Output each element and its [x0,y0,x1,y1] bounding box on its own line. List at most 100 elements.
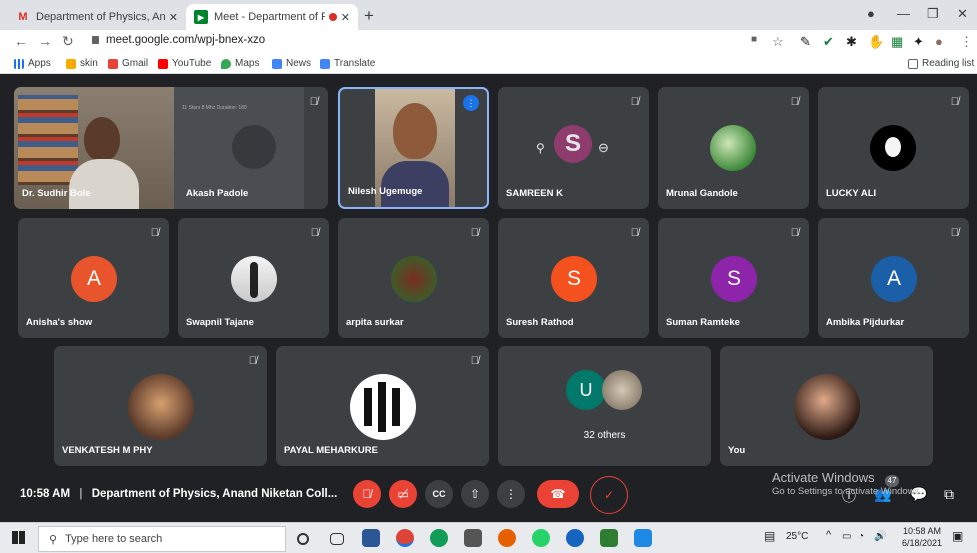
extensions-puzzle-icon[interactable]: ✦ [913,34,924,50]
participant-tile[interactable]: 🎙̸ Swapnil Tajane [178,218,329,338]
others-tile[interactable]: U 32 others [498,346,711,466]
more-options-button[interactable]: ⋮ [497,480,525,508]
extension-check-button[interactable]: ✓ [590,476,628,514]
word-icon[interactable] [634,529,652,547]
mic-off-button[interactable]: 🎙̸ [353,480,381,508]
overlay-text: 11 Stars 8 Mhz Duration: 180 [182,105,247,111]
participant-name: Mrunal Gandole [666,188,738,199]
edge-icon[interactable] [430,529,448,547]
avatar-initial: S [554,125,592,163]
translate-icon [320,58,330,69]
participant-tile[interactable]: 🎙̸ VENKATESH M PHY [54,346,267,466]
participant-avatar: S [554,125,592,163]
bookmark-maps[interactable]: Maps [221,58,259,69]
participant-tile[interactable]: 11 Stars 8 Mhz Duration: 180 Dr. Sudhir … [14,87,328,209]
bookmark-youtube[interactable]: YouTube [158,58,211,69]
person-head-shape [84,117,120,161]
pen-extension-icon[interactable]: ✎ [800,34,811,50]
camera-indicator-icon[interactable]: ■ [751,34,757,45]
windows-start-icon[interactable] [12,531,25,544]
captions-icon: CC [432,489,446,499]
logo-bar-shape [364,388,372,426]
url-field[interactable]: meet.google.com/wpj-bnex-xzo [92,34,265,46]
apps-grid-icon [14,58,24,69]
bookmark-gmail[interactable]: Gmail [108,58,148,69]
reload-icon[interactable]: ↻ [62,33,74,50]
bookmark-label: Gmail [122,58,149,69]
bookmark-skin[interactable]: skin [66,58,98,69]
cortana-icon[interactable] [297,533,309,545]
tab-meet[interactable]: ▶ Meet - Department of Physic ✕ [186,4,358,30]
weather-icon[interactable]: ▤ [764,529,775,543]
bookmark-news[interactable]: News [272,58,311,69]
participant-tile[interactable]: A 🎙̸ Ambika Pijdurkar [818,218,969,338]
participant-tile[interactable]: ⚲ S ⊖ 🎙̸ SAMREEN K [498,87,649,209]
participant-tile[interactable]: 🎙̸ arpita surkar [338,218,489,338]
reading-list-button[interactable]: Reading list [908,58,974,69]
volume-icon[interactable]: 🔊 [874,531,886,542]
battery-icon[interactable]: ▭ [842,531,851,542]
bookmark-star-icon[interactable]: ☆ [772,34,784,50]
system-clock[interactable]: 10:58 AM 6/18/2021 [902,525,942,549]
others-count-label: 32 others [583,430,626,441]
captions-button[interactable]: CC [425,480,453,508]
minimize-button[interactable]: — [897,6,910,21]
self-tile[interactable]: You [720,346,933,466]
participant-photo [231,256,277,302]
remove-icon[interactable]: ⊖ [598,140,609,156]
restore-button[interactable]: ❐ [927,6,939,22]
bookmark-label: skin [80,58,98,69]
participant-tile[interactable]: A 🎙̸ Anisha's show [18,218,169,338]
participant-tile[interactable]: 🎙̸ PAYAL MEHARKURE [276,346,489,466]
youtube-icon [158,58,168,69]
profile-avatar-icon[interactable]: ● [935,34,943,49]
store-icon[interactable] [464,529,482,547]
new-tab-button[interactable]: + [364,6,374,26]
task-view-icon[interactable] [330,533,344,545]
profile-dot-icon[interactable]: ● [867,6,875,21]
present-button[interactable]: ⇧ [461,480,489,508]
leave-call-button[interactable]: ☎ [537,480,579,508]
camera-off-button[interactable]: ▭̸ [389,480,417,508]
participant-tile[interactable]: S 🎙̸ Suman Ramteke [658,218,809,338]
back-icon[interactable]: ← [14,33,28,49]
participant-name: Akash Padole [186,188,249,199]
file-explorer-icon[interactable] [362,529,380,547]
participant-tile-speaking[interactable]: ⋮ Nilesh Ugemuge [338,87,489,209]
firefox-icon[interactable] [498,529,516,547]
close-window-button[interactable]: ✕ [957,6,968,22]
tab-gmail[interactable]: M Department of Physics, Anand N ✕ [8,4,186,30]
participant-tile[interactable]: 🎙̸ Mrunal Gandole [658,87,809,209]
forward-icon[interactable]: → [38,33,52,49]
camera-off-icon: ▭̸ [397,487,409,501]
tray-chevron-icon[interactable]: ^ [826,529,831,541]
bug-extension-icon[interactable]: ✱ [846,34,857,50]
network-icon[interactable]: ◔ [858,531,864,542]
muted-mic-icon: 🎙̸ [470,227,479,239]
bookmark-translate[interactable]: Translate [320,58,375,69]
muted-mic-icon: 🎙̸ [310,227,319,239]
hang-up-icon: ☎ [550,487,566,501]
photos-icon[interactable] [600,529,618,547]
clock-date: 6/18/2021 [902,538,943,548]
close-tab-icon[interactable]: ✕ [169,11,178,24]
check-icon: ✓ [603,488,615,502]
grid-extension-icon[interactable]: ▦ [891,34,903,50]
app-icon[interactable] [566,529,584,547]
search-placeholder: Type here to search [65,533,163,545]
participant-tile[interactable]: S 🎙̸ Suresh Rathod [498,218,649,338]
pin-icon[interactable]: ⚲ [536,141,545,155]
participant-photo [128,374,194,440]
thumb-extension-icon[interactable]: ✋ [868,34,884,50]
taskbar-search-box[interactable]: ⚲ Type here to search [38,526,286,552]
check-extension-icon[interactable]: ✔ [823,34,834,50]
bookmark-apps[interactable]: Apps [14,58,51,69]
notification-icon[interactable]: ▣ [952,529,963,543]
chrome-icon[interactable] [396,529,414,547]
whatsapp-icon[interactable] [532,529,550,547]
activities-icon[interactable]: ⧉ [944,486,954,503]
bookmarks-bar: Apps skin Gmail YouTube Maps News Transl… [0,54,977,74]
participant-tile[interactable]: 🎙̸ LUCKY ALI [818,87,969,209]
menu-kebab-icon[interactable]: ⋮ [960,34,973,50]
close-tab-icon[interactable]: ✕ [341,11,350,24]
